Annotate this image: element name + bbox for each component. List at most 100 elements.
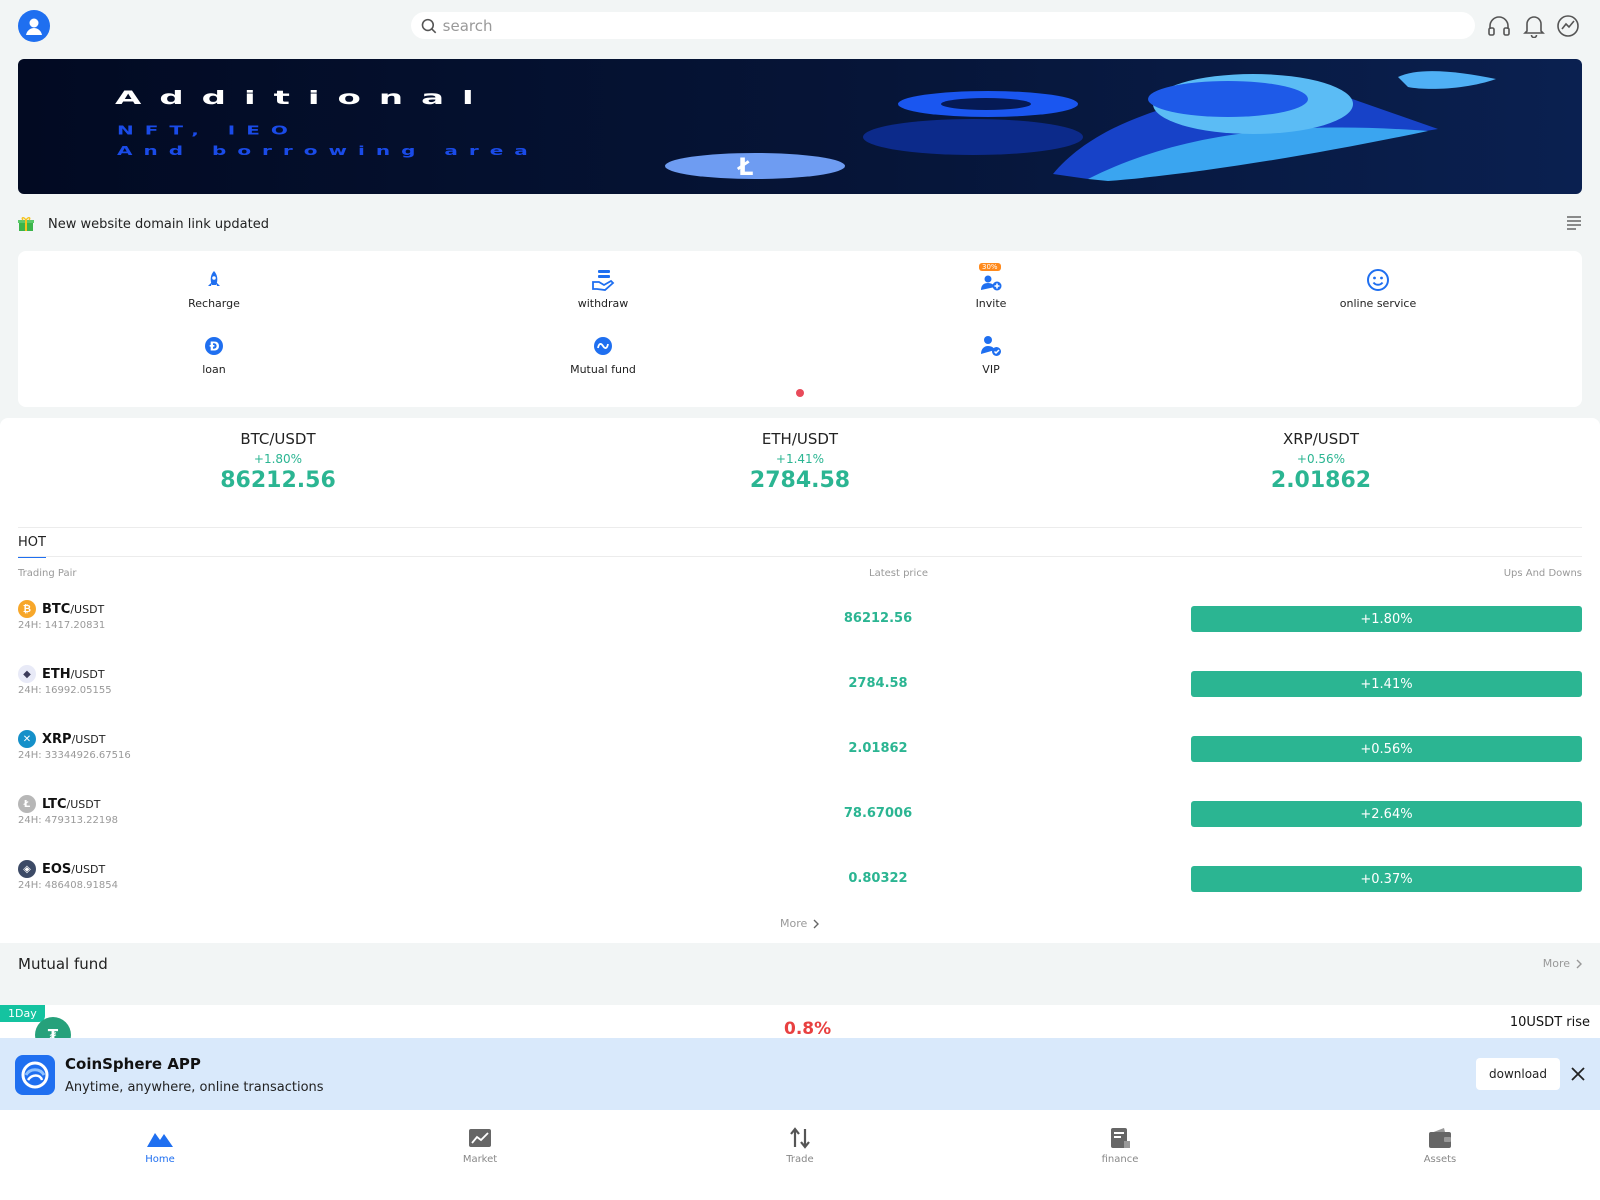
- table-row[interactable]: Ł LTC/USDT 24H: 479313.22198 78.67006 +2…: [18, 791, 1582, 837]
- quick-loan[interactable]: Đ loan: [134, 333, 294, 376]
- change-badge[interactable]: +2.64%: [1191, 801, 1582, 827]
- market-chart-icon: [466, 1126, 494, 1150]
- user-avatar[interactable]: [18, 10, 50, 42]
- user-icon: [26, 18, 42, 35]
- pair-volume: 24H: 486408.91854: [18, 880, 118, 891]
- divider: [18, 556, 1582, 557]
- close-icon[interactable]: [1568, 1064, 1588, 1084]
- headset-icon[interactable]: [1486, 13, 1512, 39]
- nav-trade[interactable]: Trade: [740, 1126, 860, 1165]
- latest-price: 2784.58: [848, 676, 908, 691]
- carousel-dot[interactable]: [796, 389, 804, 397]
- ticker-eth[interactable]: ETH/USDT +1.41% 2784.58: [650, 430, 950, 493]
- bottom-nav: Home Market Trade finance Assets: [0, 1110, 1600, 1200]
- ticker-btc[interactable]: BTC/USDT +1.80% 86212.56: [128, 430, 428, 493]
- nav-label: Assets: [1423, 1154, 1457, 1165]
- pair-quote: /USDT: [70, 668, 105, 681]
- ticker-xrp[interactable]: XRP/USDT +0.56% 2.01862: [1171, 430, 1471, 493]
- notice-bar[interactable]: New website domain link updated: [18, 212, 1582, 236]
- nav-label: Home: [145, 1154, 175, 1165]
- pair-base: LTC: [42, 797, 67, 812]
- vip-user-icon: [978, 333, 1004, 359]
- nav-label: Market: [462, 1154, 498, 1165]
- quick-menu: Recharge withdraw 30% Invite online serv…: [18, 251, 1582, 407]
- chart-circle-icon[interactable]: [1555, 13, 1581, 39]
- search-bar[interactable]: [411, 12, 1475, 39]
- nav-assets[interactable]: Assets: [1380, 1126, 1500, 1165]
- pair-symbol: BTC/USDT: [42, 602, 104, 617]
- quick-withdraw[interactable]: withdraw: [523, 267, 683, 310]
- nav-label: Trade: [786, 1154, 814, 1165]
- more-label: More: [780, 917, 808, 930]
- withdraw-hand-icon: [590, 267, 616, 293]
- pair-volume: 24H: 479313.22198: [18, 815, 118, 826]
- change-badge[interactable]: +1.41%: [1191, 671, 1582, 697]
- nav-market[interactable]: Market: [420, 1126, 540, 1165]
- table-row[interactable]: ₿ BTC/USDT 24H: 1417.20831 86212.56 +1.8…: [18, 596, 1582, 642]
- btc-coin-icon: ₿: [18, 600, 36, 618]
- app-logo-icon: [15, 1055, 55, 1095]
- app-name: CoinSphere APP: [65, 1055, 201, 1073]
- invite-user-icon: 30%: [978, 263, 1004, 293]
- quick-label: Recharge: [188, 297, 240, 310]
- nav-home[interactable]: Home: [100, 1126, 220, 1165]
- svg-text:Đ: Đ: [210, 340, 220, 354]
- fund-term-tag: 1Day: [0, 1005, 45, 1022]
- quick-label: Mutual fund: [570, 363, 636, 376]
- pair-base: BTC: [42, 602, 71, 617]
- ticker-change: +1.80%: [253, 452, 303, 466]
- trade-arrows-icon: [786, 1126, 814, 1150]
- promo-banner[interactable]: Additional NFT, IEO And borrowing area Ł: [18, 59, 1582, 194]
- pair-volume: 24H: 1417.20831: [18, 620, 106, 631]
- dash-coin-icon: Đ: [201, 333, 227, 359]
- wallet-icon: [1426, 1126, 1454, 1150]
- gift-icon: [18, 217, 34, 231]
- home-mountain-icon: [146, 1126, 174, 1150]
- mutual-fund-more-link[interactable]: More: [1543, 957, 1582, 970]
- pair-quote: /USDT: [66, 798, 101, 811]
- table-row[interactable]: ◆ ETH/USDT 24H: 16992.05155 2784.58 +1.4…: [18, 661, 1582, 707]
- table-row[interactable]: ◈ EOS/USDT 24H: 486408.91854 0.80322 +0.…: [18, 856, 1582, 902]
- search-input[interactable]: [442, 16, 1475, 35]
- invite-badge: 30%: [979, 263, 1001, 271]
- fund-rise: 10USDT rise: [1509, 1015, 1590, 1030]
- latest-price: 78.67006: [843, 806, 913, 821]
- finance-doc-icon: [1106, 1126, 1134, 1150]
- download-button[interactable]: download: [1476, 1058, 1560, 1090]
- change-badge[interactable]: +0.37%: [1191, 866, 1582, 892]
- pair-symbol: XRP/USDT: [42, 732, 106, 747]
- pair-base: XRP: [42, 732, 72, 747]
- pair-symbol: EOS/USDT: [42, 862, 105, 877]
- bell-icon[interactable]: [1521, 13, 1547, 39]
- quick-vip[interactable]: VIP: [911, 333, 1071, 376]
- ticker-pair: BTC/USDT: [240, 430, 316, 448]
- tab-hot[interactable]: HOT: [18, 535, 46, 558]
- quick-recharge[interactable]: Recharge: [134, 267, 294, 310]
- pair-quote: /USDT: [71, 863, 106, 876]
- hot-more-link[interactable]: More: [780, 917, 820, 930]
- pair-base: ETH: [42, 667, 71, 682]
- app-description: Anytime, anywhere, online transactions: [65, 1080, 324, 1095]
- svg-text:Ł: Ł: [736, 153, 753, 181]
- quick-mutual-fund[interactable]: Mutual fund: [523, 333, 683, 376]
- quick-label: online service: [1339, 297, 1417, 310]
- market-section: BTC/USDT +1.80% 86212.56 ETH/USDT +1.41%…: [0, 418, 1600, 943]
- search-icon: [421, 18, 437, 33]
- quick-invite[interactable]: 30% Invite: [911, 263, 1071, 310]
- col-header-price: Latest price: [869, 568, 928, 579]
- latest-price: 86212.56: [843, 611, 913, 626]
- change-badge[interactable]: +1.80%: [1191, 606, 1582, 632]
- quick-online-service[interactable]: online service: [1298, 267, 1458, 310]
- notice-text[interactable]: New website domain link updated: [48, 217, 269, 232]
- pair-quote: /USDT: [71, 733, 106, 746]
- change-badge[interactable]: +0.56%: [1191, 736, 1582, 762]
- table-row[interactable]: ✕ XRP/USDT 24H: 33344926.67516 2.01862 +…: [18, 726, 1582, 772]
- list-menu-icon[interactable]: [1566, 214, 1582, 230]
- banner-art-icon: Ł: [665, 71, 1496, 181]
- nav-finance[interactable]: finance: [1060, 1126, 1180, 1165]
- quick-label: withdraw: [577, 297, 629, 310]
- ticker-price: 86212.56: [220, 468, 336, 493]
- pair-volume: 24H: 16992.05155: [18, 685, 112, 696]
- ticker-pair: XRP/USDT: [1282, 430, 1359, 448]
- rocket-icon: [201, 267, 227, 293]
